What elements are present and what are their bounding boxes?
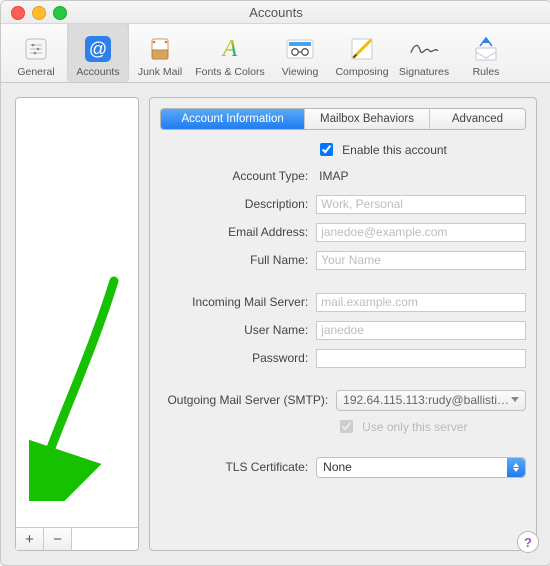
accounts-sidebar: + − <box>15 97 139 551</box>
toolbar-label: Accounts <box>76 66 119 78</box>
account-type-row: Account Type: IMAP <box>160 165 526 187</box>
incoming-row: Incoming Mail Server: <box>160 291 526 313</box>
toolbar-label: Signatures <box>399 66 449 78</box>
content-area: + − Account Information Mailbox Behavior… <box>1 83 550 565</box>
add-account-button[interactable]: + <box>16 528 44 550</box>
enable-account-label: Enable this account <box>342 143 447 157</box>
compose-icon <box>347 34 377 64</box>
account-type-value: IMAP <box>316 169 526 183</box>
fullname-row: Full Name: <box>160 249 526 271</box>
tls-row: TLS Certificate: None <box>160 456 526 478</box>
toolbar-label: Fonts & Colors <box>195 66 264 78</box>
preferences-window: Accounts General @ Accounts Junk Mail A … <box>0 0 550 566</box>
traffic-lights <box>11 6 67 20</box>
username-input[interactable] <box>316 321 526 340</box>
tab-mailbox-behaviors[interactable]: Mailbox Behaviors <box>305 109 430 129</box>
signature-icon <box>409 34 439 64</box>
svg-text:@: @ <box>89 39 107 59</box>
password-input[interactable] <box>316 349 526 368</box>
use-only-label: Use only this server <box>362 420 467 434</box>
enable-account-row: Enable this account <box>160 140 526 159</box>
toolbar-item-accounts[interactable]: @ Accounts <box>67 22 129 82</box>
toolbar-label: Junk Mail <box>138 66 182 78</box>
toolbar-item-viewing[interactable]: Viewing <box>269 22 331 82</box>
rules-icon <box>471 34 501 64</box>
zoom-icon[interactable] <box>53 6 67 20</box>
smtp-select[interactable]: 192.64.115.113:rudy@ballisti… <box>336 390 526 411</box>
glasses-icon <box>285 34 315 64</box>
toolbar-label: Rules <box>473 66 500 78</box>
fullname-input[interactable] <box>316 251 526 270</box>
toolbar-item-rules[interactable]: Rules <box>455 22 517 82</box>
toolbar-item-junk[interactable]: Junk Mail <box>129 22 191 82</box>
description-row: Description: <box>160 193 526 215</box>
close-icon[interactable] <box>11 6 25 20</box>
at-icon: @ <box>83 34 113 64</box>
sidebar-buttons: + − <box>16 527 138 550</box>
password-label: Password: <box>160 351 308 365</box>
help-button[interactable]: ? <box>517 531 539 553</box>
smtp-label: Outgoing Mail Server (SMTP): <box>160 393 328 407</box>
minimize-icon[interactable] <box>32 6 46 20</box>
email-input[interactable] <box>316 223 526 242</box>
tls-select[interactable]: None <box>316 457 526 478</box>
email-label: Email Address: <box>160 225 308 239</box>
fullname-label: Full Name: <box>160 253 308 267</box>
incoming-label: Incoming Mail Server: <box>160 295 308 309</box>
password-row: Password: <box>160 347 526 369</box>
toolbar: General @ Accounts Junk Mail A Fonts & C… <box>1 24 550 83</box>
smtp-value: 192.64.115.113:rudy@ballisti… <box>343 393 509 407</box>
toolbar-label: General <box>17 66 54 78</box>
use-only-checkbox <box>340 420 353 433</box>
remove-account-button[interactable]: − <box>44 528 72 550</box>
account-type-label: Account Type: <box>160 169 308 183</box>
use-only-row: Use only this server <box>160 417 526 436</box>
fonts-icon: A <box>215 34 245 64</box>
accounts-list[interactable] <box>16 98 138 527</box>
enable-account-checkbox[interactable] <box>320 143 333 156</box>
toolbar-item-composing[interactable]: Composing <box>331 22 393 82</box>
toolbar-item-fonts[interactable]: A Fonts & Colors <box>191 22 269 82</box>
username-label: User Name: <box>160 323 308 337</box>
toolbar-item-general[interactable]: General <box>5 22 67 82</box>
description-input[interactable] <box>316 195 526 214</box>
smtp-row: Outgoing Mail Server (SMTP): 192.64.115.… <box>160 389 526 411</box>
tls-value: None <box>323 460 352 474</box>
detail-tabs: Account Information Mailbox Behaviors Ad… <box>160 108 526 130</box>
titlebar: Accounts <box>1 1 550 24</box>
description-label: Description: <box>160 197 308 211</box>
tab-advanced[interactable]: Advanced <box>430 109 525 129</box>
toolbar-label: Viewing <box>282 66 319 78</box>
gear-icon <box>21 34 51 64</box>
svg-text:A: A <box>221 36 238 62</box>
chevron-updown-icon <box>507 458 525 477</box>
window-title: Accounts <box>9 5 543 20</box>
tab-account-information[interactable]: Account Information <box>161 109 305 129</box>
incoming-input[interactable] <box>316 293 526 312</box>
username-row: User Name: <box>160 319 526 341</box>
email-row: Email Address: <box>160 221 526 243</box>
junk-icon <box>145 34 175 64</box>
tls-label: TLS Certificate: <box>160 460 308 474</box>
toolbar-label: Composing <box>335 66 388 78</box>
toolbar-item-signatures[interactable]: Signatures <box>393 22 455 82</box>
account-detail-panel: Account Information Mailbox Behaviors Ad… <box>149 97 537 551</box>
